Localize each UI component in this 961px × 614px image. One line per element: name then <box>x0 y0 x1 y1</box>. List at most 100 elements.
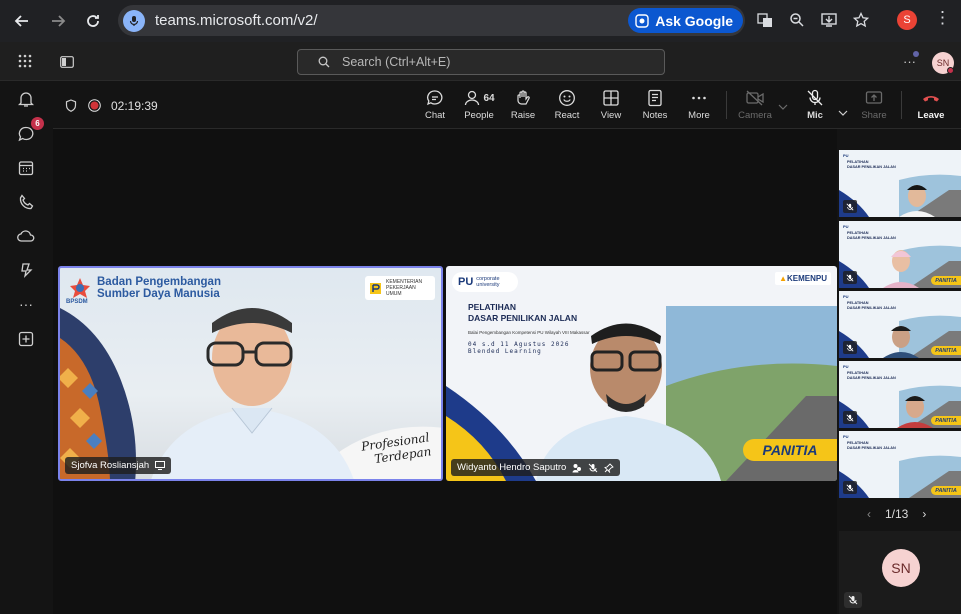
notes-label: Notes <box>642 110 668 121</box>
security-shield-icon[interactable] <box>65 99 77 117</box>
camera-off-icon <box>746 90 764 106</box>
people-button[interactable]: 64 People <box>457 89 501 121</box>
thumb-panitia-badge: PANITIA <box>931 486 961 495</box>
lens-icon <box>635 13 649 28</box>
thumb-course-title: PELATIHAN DASAR PENILIKAN JALAN <box>847 371 896 380</box>
zoom-icon[interactable] <box>784 6 810 34</box>
calendar-icon[interactable] <box>14 156 38 180</box>
chat-button[interactable]: Chat <box>413 89 457 121</box>
thumb-panitia-badge: PANITIA <box>931 346 961 355</box>
thumb-panitia-badge: PANITIA <box>931 276 961 285</box>
browser-menu-icon[interactable]: ⋮ <box>934 8 951 28</box>
course-subtitle: Balai Pengembangan Kompetensi PU Wilayah… <box>468 330 590 335</box>
reload-icon[interactable] <box>78 6 108 36</box>
self-view-tile[interactable]: SN <box>839 531 961 614</box>
mic-button[interactable]: Mic <box>793 89 837 121</box>
people-icon <box>465 90 480 106</box>
gallery-thumbnail[interactable]: PU PELATIHAN DASAR PENILIKAN JALAN PANITI… <box>839 431 961 498</box>
thumb-muted-mic-icon <box>843 271 857 284</box>
chat-badge: 6 <box>31 117 44 130</box>
more-apps-icon[interactable]: ··· <box>14 292 38 316</box>
site-info-icon[interactable] <box>123 9 145 32</box>
participant-name-tag: Sjofva Rosliansjah <box>65 457 172 474</box>
share-label: Share <box>861 110 887 121</box>
leave-button[interactable]: Leave <box>909 89 953 121</box>
muted-mic-icon <box>588 463 598 472</box>
bookmark-star-icon[interactable] <box>848 6 874 34</box>
people-count: 64 <box>483 92 495 104</box>
participant-gallery: PU PELATIHAN DASAR PENILIKAN JALAN PU PEL… <box>837 129 961 614</box>
add-apps-icon[interactable] <box>14 327 38 351</box>
share-button[interactable]: Share <box>852 89 896 121</box>
sidebar-toggle-icon[interactable] <box>60 55 74 73</box>
hang-up-icon <box>923 96 939 102</box>
status-dot <box>947 67 954 74</box>
pu-label: PU <box>458 276 474 288</box>
react-label: React <box>554 110 580 121</box>
video-tile-widyanto[interactable]: PU corporate university PELATIHAN DASAR … <box>446 266 837 481</box>
participant-name: Widyanto Hendro Saputro <box>457 462 567 473</box>
browser-toolbar: teams.microsoft.com/v2/ Ask Google S ⋮ <box>0 0 961 42</box>
next-page-chevron-icon[interactable]: › <box>922 507 926 521</box>
thumb-logo: PU <box>843 153 849 158</box>
participant-name-tag: Widyanto Hendro Saputro <box>451 459 621 476</box>
gallery-thumbnail[interactable]: PU PELATIHAN DASAR PENILIKAN JALAN <box>839 150 961 217</box>
camera-options-chevron-icon[interactable] <box>778 97 788 115</box>
thumb-muted-mic-icon <box>843 341 857 354</box>
camera-label: Camera <box>738 110 772 121</box>
forward-icon[interactable] <box>43 6 73 36</box>
react-button[interactable]: React <box>545 89 589 121</box>
smile-icon <box>559 90 575 106</box>
raise-label: Raise <box>510 110 536 121</box>
share-screen-icon <box>865 91 883 104</box>
prev-page-chevron-icon[interactable]: ‹ <box>867 507 871 521</box>
activity-bell-icon[interactable] <box>14 87 38 111</box>
self-muted-mic-icon <box>844 592 862 608</box>
gallery-thumbnail[interactable]: PU PELATIHAN DASAR PENILIKAN JALAN PANITI… <box>839 221 961 288</box>
thumb-logo: PU <box>843 364 849 369</box>
raise-hand-button[interactable]: Raise <box>501 89 545 121</box>
thumb-logo: PU <box>843 224 849 229</box>
address-bar[interactable]: teams.microsoft.com/v2/ Ask Google <box>118 5 745 36</box>
more-button[interactable]: More <box>677 89 721 121</box>
corporate-label: corporate university <box>476 276 500 288</box>
app-launcher-icon[interactable] <box>18 54 32 73</box>
ministry-emblem-icon <box>370 282 381 294</box>
host-icon <box>572 463 582 472</box>
gallery-thumbnail[interactable]: PU PELATIHAN DASAR PENILIKAN JALAN PANITI… <box>839 361 961 428</box>
calls-icon[interactable] <box>14 190 38 214</box>
ministry-text: KEMENTERIAN PEKERJAAN UMUM <box>386 279 423 297</box>
people-label: People <box>464 110 494 121</box>
presenter-icon <box>155 461 166 470</box>
kemenpu-label: KEMENPU <box>786 274 827 283</box>
notes-button[interactable]: Notes <box>633 89 677 121</box>
onedrive-icon[interactable] <box>14 224 38 248</box>
thumb-logo: PU <box>843 434 849 439</box>
thumb-logo: PU <box>843 294 849 299</box>
copilot-icon[interactable] <box>14 258 38 282</box>
leave-label: Leave <box>917 110 945 121</box>
back-icon[interactable] <box>7 6 37 36</box>
translate-icon[interactable] <box>752 6 778 34</box>
gallery-thumbnail[interactable]: PU PELATIHAN DASAR PENILIKAN JALAN PANITI… <box>839 291 961 358</box>
course-title-1: PELATIHAN <box>468 302 517 312</box>
video-tile-sjofva[interactable]: Badan Pengembangan Sumber Daya Manusia B… <box>58 266 443 481</box>
thumb-panitia-badge: PANITIA <box>931 416 961 425</box>
search-input[interactable]: Search (Ctrl+Alt+E) <box>297 49 665 75</box>
ask-google-button[interactable]: Ask Google <box>628 8 743 33</box>
mic-label: Mic <box>807 110 823 121</box>
meeting-stage: Badan Pengembangan Sumber Daya Manusia B… <box>53 129 837 614</box>
mic-options-chevron-icon[interactable] <box>838 103 848 121</box>
view-label: View <box>600 110 622 121</box>
panitia-banner: PANITIA <box>743 439 837 461</box>
browser-profile-avatar[interactable]: S <box>897 10 917 30</box>
thumb-course-title: PELATIHAN DASAR PENILIKAN JALAN <box>847 160 896 169</box>
chat-icon[interactable]: 6 <box>14 117 44 146</box>
thumb-muted-mic-icon <box>843 200 857 213</box>
teams-top-bar: Search (Ctrl+Alt+E) ··· SN <box>0 42 961 81</box>
camera-button[interactable]: Camera <box>733 89 777 121</box>
install-app-icon[interactable] <box>816 6 842 34</box>
pin-icon <box>604 462 615 473</box>
view-button[interactable]: View <box>589 89 633 121</box>
thumb-muted-mic-icon <box>843 481 857 494</box>
